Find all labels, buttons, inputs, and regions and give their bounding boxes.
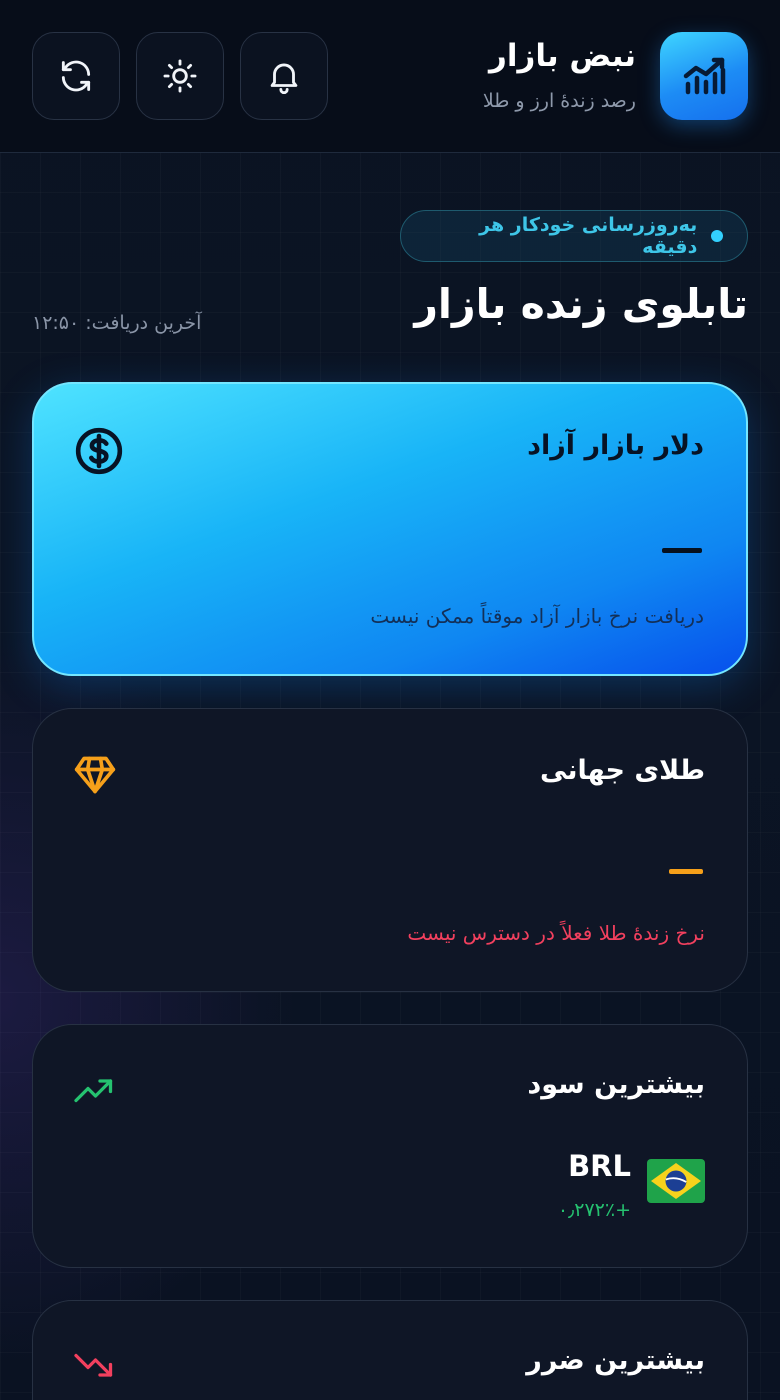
auto-update-text: به‌روزرسانی خودکار هر دقیقه — [479, 214, 698, 258]
app-title: نبض بازار — [489, 38, 636, 74]
chart-icon — [683, 57, 726, 95]
top-loser-title: بیشترین ضرر — [526, 1345, 705, 1376]
app-logo — [660, 32, 748, 120]
app-subtitle: رصد زندهٔ ارز و طلا — [482, 90, 636, 112]
live-dot-icon — [711, 230, 723, 242]
gold-card-title: طلای جهانی — [540, 755, 705, 786]
bell-icon — [270, 63, 298, 94]
top-gainer-card[interactable]: بیشترین سود BRL +۰٫۲۷۲٪ — [32, 1024, 748, 1268]
app-header: نبض بازار رصد زندهٔ ارز و طلا — [0, 0, 780, 153]
gold-card-note: نرخ زندهٔ طلا فعلاً در دسترس نیست — [407, 921, 705, 945]
dollar-icon — [74, 426, 124, 480]
sun-icon — [163, 59, 197, 93]
auto-update-badge: به‌روزرسانی خودکار هر دقیقه — [400, 210, 748, 262]
refresh-icon — [61, 60, 91, 92]
top-gainer-title: بیشترین سود — [527, 1069, 705, 1100]
dollar-card-title: دلار بازار آزاد — [527, 430, 704, 461]
last-fetch-time: آخرین دریافت: ۱۲:۵۰ — [32, 312, 202, 334]
top-loser-card[interactable]: بیشترین ضرر — [32, 1300, 748, 1400]
dollar-card[interactable]: دلار بازار آزاد دریافت نرخ بازار آزاد مو… — [32, 382, 748, 676]
theme-toggle-button[interactable] — [136, 32, 224, 120]
top-gainer-code: BRL — [568, 1149, 631, 1183]
dollar-value-placeholder — [662, 548, 702, 553]
page-title: تابلوی زنده بازار — [414, 280, 748, 328]
top-gainer-change: +۰٫۲۷۲٪ — [557, 1199, 631, 1221]
trending-up-icon — [73, 1075, 115, 1109]
gold-value-placeholder — [669, 869, 703, 874]
refresh-button[interactable] — [32, 32, 120, 120]
diamond-icon — [73, 753, 117, 801]
notifications-button[interactable] — [240, 32, 328, 120]
dollar-card-note: دریافت نرخ بازار آزاد موقتاً ممکن نیست — [370, 604, 704, 628]
brazil-flag — [647, 1159, 705, 1203]
trending-down-icon — [73, 1351, 115, 1385]
app-screen: نبض بازار رصد زندهٔ ارز و طلا — [0, 0, 780, 1400]
gold-card[interactable]: طلای جهانی نرخ زندهٔ طلا فعلاً در دسترس … — [32, 708, 748, 992]
